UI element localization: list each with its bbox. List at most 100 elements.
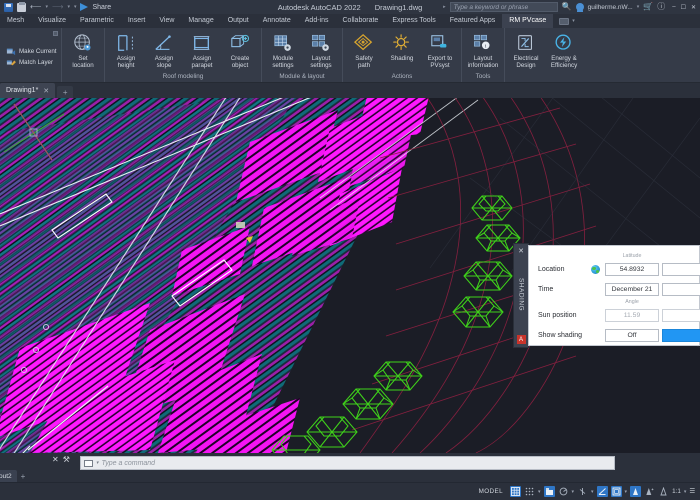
ribbon-button-energy-efficiency[interactable]: Energy & Efficiency bbox=[545, 30, 583, 69]
tab-rm-pvcase[interactable]: RM PVcase bbox=[502, 14, 553, 28]
layout-tab-layout2[interactable]: out2 bbox=[0, 470, 17, 482]
search-expand-icon[interactable]: ▸ bbox=[443, 4, 446, 10]
tab-parametric[interactable]: Parametric bbox=[73, 14, 121, 28]
ribbon-button-make-current[interactable]: Make Current bbox=[2, 46, 56, 57]
undo-dropdown-icon[interactable]: ▾ bbox=[45, 4, 48, 10]
tab-mesh[interactable]: Mesh bbox=[0, 14, 31, 28]
undo-icon[interactable]: ⟵ bbox=[30, 3, 41, 11]
ribbon-display-options-icon[interactable] bbox=[559, 18, 569, 25]
tab-insert[interactable]: Insert bbox=[121, 14, 153, 28]
redo-icon[interactable]: ⟶ bbox=[52, 3, 63, 11]
ribbon-button-safety-path[interactable]: Safety path bbox=[345, 30, 383, 69]
print-icon[interactable] bbox=[17, 3, 26, 12]
add-layout-button[interactable]: + bbox=[21, 472, 26, 481]
close-icon[interactable]: ✕ bbox=[43, 87, 49, 95]
command-dropdown-icon[interactable]: ▾ bbox=[96, 460, 99, 466]
close-icon[interactable]: ✕ bbox=[518, 247, 524, 255]
status-bar-overflow-icon[interactable]: ☰ bbox=[689, 488, 695, 495]
tab-featured-apps[interactable]: Featured Apps bbox=[443, 14, 503, 28]
ortho-mode-toggle[interactable] bbox=[544, 486, 555, 497]
snap-dropdown-icon[interactable]: ▾ bbox=[538, 489, 541, 495]
sun-azimuth-input[interactable] bbox=[662, 309, 700, 322]
date-input[interactable]: December 21 bbox=[605, 283, 659, 296]
ribbon-button-electrical-design[interactable]: Electrical Design bbox=[507, 30, 545, 69]
help-icon[interactable]: ⓘ bbox=[657, 3, 665, 11]
grid-display-toggle[interactable] bbox=[510, 486, 521, 497]
object-snap-toggle[interactable] bbox=[597, 486, 608, 497]
ucs-icon-toggle[interactable] bbox=[611, 486, 622, 497]
scale-dropdown-icon[interactable]: ▾ bbox=[684, 489, 687, 495]
shading-palette-title: SHADING bbox=[518, 278, 525, 311]
document-tab-drawing1[interactable]: Drawing1* ✕ bbox=[0, 83, 55, 98]
globe-icon[interactable] bbox=[591, 265, 600, 274]
isodraft-icon bbox=[578, 487, 587, 496]
ribbon-button-assign-parapet[interactable]: Assign parapet bbox=[183, 30, 221, 69]
ucs-dropdown-icon[interactable]: ▾ bbox=[625, 489, 628, 495]
ribbon-button-module-settings[interactable]: Module settings bbox=[264, 30, 302, 69]
shading-line1: Shading bbox=[391, 55, 414, 62]
annot-monitor-icon bbox=[659, 487, 668, 496]
ribbon-button-create-object[interactable]: Create object bbox=[221, 30, 259, 69]
isodraft-toggle[interactable] bbox=[577, 486, 588, 497]
share-icon[interactable] bbox=[80, 3, 88, 11]
model-space-tab[interactable]: MODEL bbox=[475, 488, 507, 495]
save-icon[interactable] bbox=[4, 3, 13, 12]
store-cart-icon[interactable]: 🛒 bbox=[643, 3, 653, 11]
ribbon-button-layout-settings[interactable]: Layout settings bbox=[302, 30, 340, 69]
ribbon-button-export-pvsyst[interactable]: Export to PVsyst bbox=[421, 30, 459, 69]
apply-shading-button[interactable] bbox=[662, 329, 700, 342]
ribbon-button-assign-height[interactable]: Assign height bbox=[107, 30, 145, 69]
set-location-line2: location bbox=[72, 62, 93, 69]
tab-manage[interactable]: Manage bbox=[181, 14, 220, 28]
tab-view[interactable]: View bbox=[152, 14, 181, 28]
user-dropdown-icon[interactable]: ▾ bbox=[637, 4, 640, 10]
ribbon-button-assign-slope[interactable]: Assign slope bbox=[145, 30, 183, 69]
ribbon-button-set-location[interactable]: Set location bbox=[64, 30, 102, 69]
tab-visualize[interactable]: Visualize bbox=[31, 14, 73, 28]
command-input[interactable]: ▾ Type a command bbox=[80, 456, 615, 470]
maximize-button[interactable]: ☐ bbox=[681, 4, 686, 11]
redo-dropdown-icon[interactable]: ▾ bbox=[67, 4, 70, 10]
tab-express-tools[interactable]: Express Tools bbox=[385, 14, 442, 28]
sun-angle-input[interactable]: 11.59 bbox=[605, 309, 659, 322]
annotation-autoscale-toggle[interactable] bbox=[644, 486, 655, 497]
avatar[interactable] bbox=[576, 3, 584, 11]
longitude-input[interactable] bbox=[662, 263, 700, 276]
module-settings-icon bbox=[272, 33, 294, 53]
ribbon-display-dropdown-icon[interactable]: ▾ bbox=[572, 18, 575, 24]
minimize-button[interactable]: – bbox=[672, 4, 675, 11]
energy-efficiency-label: Energy & Efficiency bbox=[544, 55, 584, 69]
command-close-icon[interactable]: ✕ bbox=[52, 455, 59, 464]
qat-customize-icon[interactable]: ▾ bbox=[74, 4, 77, 10]
close-button[interactable]: ✕ bbox=[691, 4, 696, 11]
ribbon-button-layout-information[interactable]: i Layout information bbox=[464, 30, 502, 69]
command-settings-icon[interactable]: ⚒ bbox=[63, 455, 70, 464]
ribbon-button-match-layer[interactable]: Match Layer bbox=[2, 57, 53, 68]
layer-dropdown-icon[interactable] bbox=[53, 31, 58, 36]
annotation-visibility-toggle[interactable] bbox=[630, 486, 641, 497]
tab-addins[interactable]: Add-ins bbox=[298, 14, 336, 28]
share-label[interactable]: Share bbox=[92, 4, 111, 11]
ribbon-tab-overflow: ▾ bbox=[559, 18, 575, 25]
tab-collaborate[interactable]: Collaborate bbox=[336, 14, 386, 28]
show-shading-toggle[interactable]: Off bbox=[605, 329, 659, 342]
user-name[interactable]: guilherme.nW... bbox=[588, 4, 633, 11]
new-document-tab-button[interactable]: + bbox=[57, 86, 73, 98]
time-of-day-input[interactable] bbox=[662, 283, 700, 296]
export-pvsyst-line1: Export to bbox=[428, 55, 453, 62]
ribbon-panel-layers: Make Current Match Layer bbox=[0, 28, 62, 82]
command-prompt-icon bbox=[84, 460, 93, 467]
snap-mode-toggle[interactable] bbox=[524, 486, 535, 497]
ribbon-button-shading[interactable]: Shading bbox=[383, 30, 421, 62]
search-icon[interactable]: 🔍 bbox=[562, 3, 572, 11]
latitude-input[interactable]: 54.8932 bbox=[605, 263, 659, 276]
tab-output[interactable]: Output bbox=[221, 14, 256, 28]
annotation-monitor-toggle[interactable] bbox=[658, 486, 669, 497]
annotation-scale-value[interactable]: 1:1 bbox=[672, 488, 681, 495]
tab-annotate[interactable]: Annotate bbox=[256, 14, 298, 28]
polar-dropdown-icon[interactable]: ▾ bbox=[572, 489, 575, 495]
assign-parapet-label: Assign parapet bbox=[182, 55, 222, 69]
isodraft-dropdown-icon[interactable]: ▾ bbox=[591, 489, 594, 495]
polar-tracking-toggle[interactable] bbox=[558, 486, 569, 497]
search-input[interactable]: Type a keyword or phrase bbox=[450, 2, 558, 12]
